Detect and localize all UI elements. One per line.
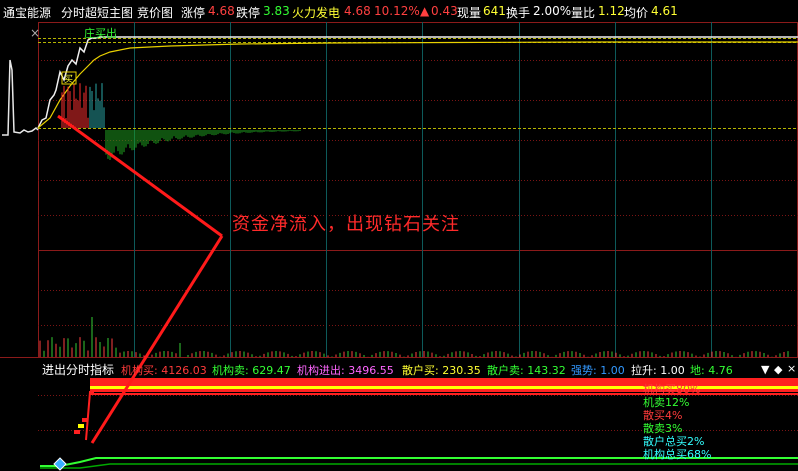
volume-label: 现量 [457, 6, 482, 20]
metric-3: 散户买: 230.35 [402, 364, 481, 377]
metric-2: 机构进出: 3496.55 [297, 364, 394, 377]
avg-price-line [37, 41, 798, 129]
maximize-icon[interactable]: ◆ [774, 363, 782, 376]
volume-value: 641 [483, 4, 506, 18]
limit-up-value: 4.68 [208, 4, 235, 18]
turnover-label: 换手 [506, 6, 531, 20]
signal-label: 庄买出 [84, 27, 117, 40]
volume-bars [39, 317, 789, 357]
quote-header: 通宝能源 分时超短主图 竞价图 涨停 4.68 跌停 3.83 火力发电 4.6… [0, 0, 798, 22]
change-arrow-icon: ▲ [420, 4, 430, 18]
change-abs: 0.43 [431, 4, 458, 18]
inst-rise-line [85, 391, 94, 441]
annotation-text: 资金净流入，出现钻石关注 [232, 214, 460, 235]
capital-flow-bars [61, 83, 301, 160]
auction-tab[interactable]: 竞价图 [137, 4, 173, 21]
avg-label: 均价 [624, 6, 649, 20]
avg-value: 4.61 [651, 4, 678, 18]
step-c [82, 418, 88, 422]
turnover-value: 2.00% [533, 4, 572, 18]
vol-ratio-value: 1.12 [598, 4, 625, 18]
price-line [37, 36, 798, 129]
vol-ratio-label: 量比 [571, 6, 596, 20]
metric-5: 强势: 1.00 [571, 364, 625, 377]
minimize-icon[interactable]: ▼ [761, 363, 769, 376]
change-pct: 10.12% [374, 4, 420, 18]
sector-label[interactable]: 火力发电 [292, 4, 340, 21]
metric-6: 拉升: 1.00 [631, 364, 685, 377]
metric-4: 散户卖: 143.32 [487, 364, 566, 377]
price-value: 4.68 [344, 4, 371, 18]
stock-name[interactable]: 通宝能源 [3, 4, 51, 21]
close-sub-icon[interactable]: × [787, 362, 796, 375]
metric-7: 地: 4.76 [690, 364, 733, 377]
auction-price-line [2, 59, 39, 136]
retail-total-line [40, 463, 798, 469]
metric-0: 机构买: 4126.03 [121, 364, 207, 377]
signal-small-label: 买 [64, 75, 74, 85]
legend-item-5: 机构总买68% [643, 448, 712, 461]
sub-chart-title[interactable]: 进出分时指标 [42, 361, 114, 378]
limit-down-value: 3.83 [263, 4, 290, 18]
grid [0, 22, 798, 358]
step-b [74, 430, 80, 434]
step-a [78, 424, 84, 428]
chart-title[interactable]: 分时超短主图 [61, 4, 133, 21]
limit-up-label: 涨停 [181, 6, 206, 20]
limit-down-label: 跌停 [236, 6, 261, 20]
grid-vertical [134, 22, 712, 357]
close-icon[interactable]: × [30, 26, 40, 40]
metric-1: 机构卖: 629.47 [212, 364, 291, 377]
